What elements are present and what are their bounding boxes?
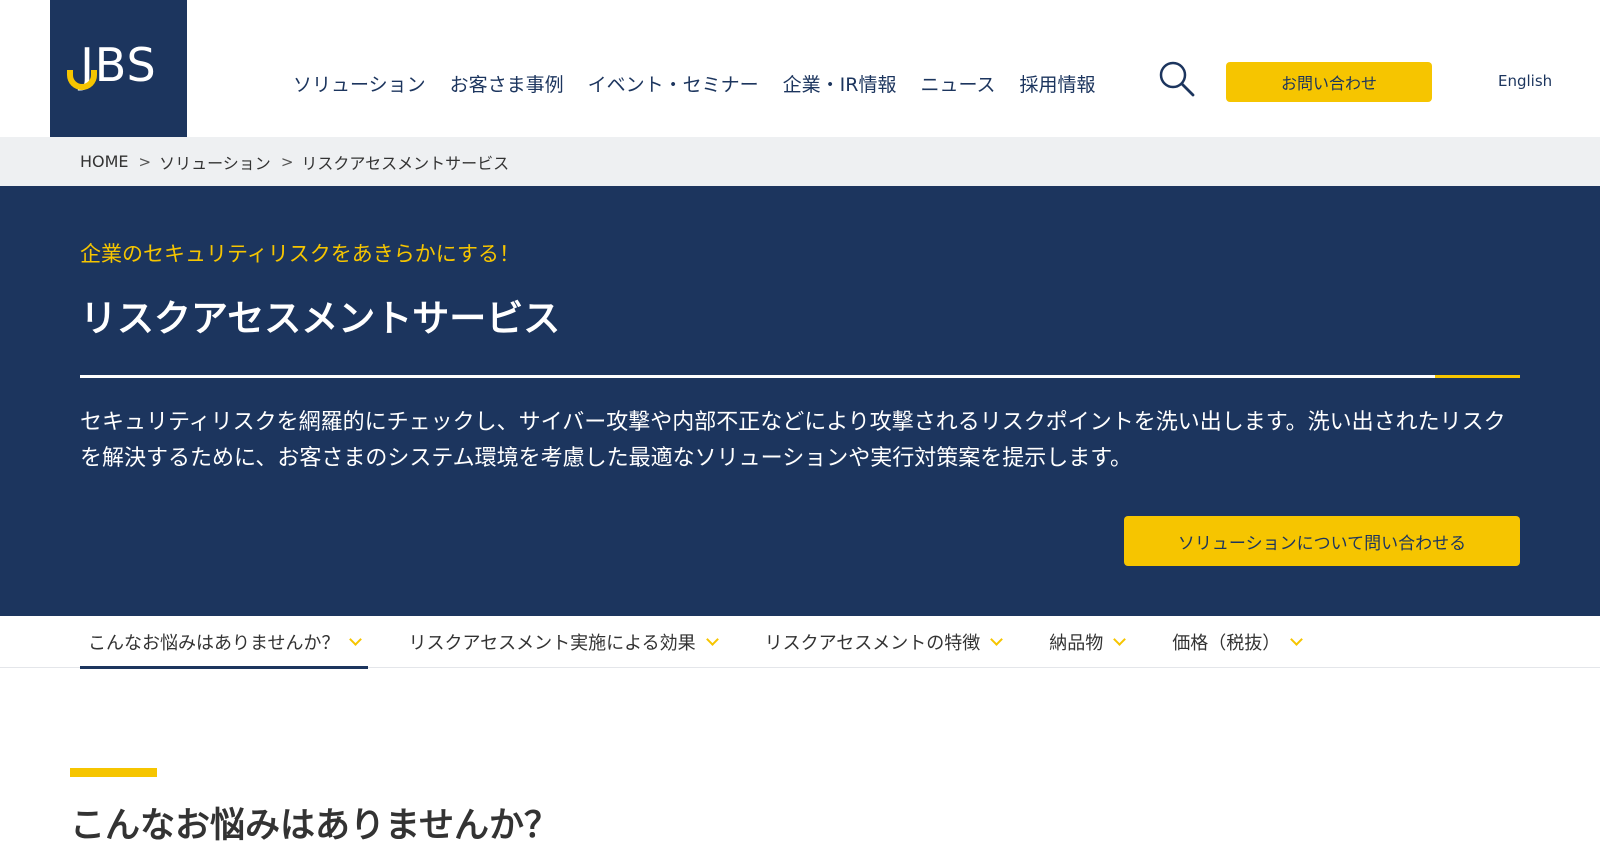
anchor-nav: こんなお悩みはありませんか？ リスクアセスメント実施による効果 リスクアセスメン… xyxy=(0,616,1600,669)
anchor-tab-deliverables[interactable]: 納品物 xyxy=(1041,616,1132,668)
english-link[interactable]: English xyxy=(1498,72,1552,90)
breadcrumb: HOME > ソリューション > リスクアセスメントサービス xyxy=(0,137,1600,186)
nav-item-company-ir[interactable]: 企業・IR情報 xyxy=(783,70,897,97)
nav-item-solutions[interactable]: ソリューション xyxy=(293,70,426,97)
chevron-down-icon xyxy=(705,632,719,646)
nav-item-news[interactable]: ニュース xyxy=(920,70,995,97)
breadcrumb-separator: > xyxy=(280,152,294,171)
anchor-tab-label: リスクアセスメントの特徴 xyxy=(764,633,981,654)
section-title: こんなお悩みはありませんか？ xyxy=(70,806,559,846)
contact-button[interactable]: お問い合わせ xyxy=(1226,62,1432,102)
chevron-down-icon xyxy=(1113,632,1127,646)
section-accent-bar xyxy=(70,768,157,777)
breadcrumb-current: リスクアセスメントサービス xyxy=(301,153,510,173)
anchor-tab-label: こんなお悩みはありませんか？ xyxy=(88,633,340,654)
breadcrumb-home[interactable]: HOME xyxy=(80,152,129,171)
nav-item-careers[interactable]: 採用情報 xyxy=(1020,70,1096,97)
anchor-tab-features[interactable]: リスクアセスメントの特徴 xyxy=(757,616,1010,668)
anchor-tab-concerns[interactable]: こんなお悩みはありませんか？ xyxy=(80,616,369,669)
hero-section: 企業のセキュリティリスクをあきらかにする！ リスクアセスメントサービス セキュリ… xyxy=(0,186,1600,616)
anchor-tab-label: 納品物 xyxy=(1049,633,1104,654)
hero-description: セキュリティリスクを網羅的にチェックし、サイバー攻撃や内部不正などにより攻撃され… xyxy=(80,410,1506,471)
nav-item-events-seminars[interactable]: イベント・セミナー xyxy=(588,70,759,97)
site-header: JBS ソリューション お客さま事例 イベント・セミナー 企業・IR情報 ニュー… xyxy=(0,0,1600,137)
hero-subtitle: 企業のセキュリティリスクをあきらかにする！ xyxy=(80,242,520,266)
anchor-tab-effects[interactable]: リスクアセスメント実施による効果 xyxy=(400,616,724,668)
anchor-tab-pricing[interactable]: 価格（税抜） xyxy=(1164,616,1309,668)
main-nav: ソリューション お客さま事例 イベント・セミナー 企業・IR情報 ニュース 採用… xyxy=(293,70,1096,97)
anchor-tab-label: リスクアセスメント実施による効果 xyxy=(408,633,696,654)
hero-divider xyxy=(80,375,1520,378)
jbs-logo[interactable]: JBS xyxy=(50,0,187,137)
chevron-down-icon xyxy=(1290,632,1304,646)
page-title: リスクアセスメントサービス xyxy=(80,297,561,340)
chevron-down-icon xyxy=(990,632,1004,646)
hero-divider-accent xyxy=(1435,375,1520,378)
search-icon[interactable] xyxy=(1158,60,1196,98)
breadcrumb-separator: > xyxy=(138,152,152,171)
anchor-tab-label: 価格（税抜） xyxy=(1172,633,1281,654)
breadcrumb-solutions[interactable]: ソリューション xyxy=(159,150,271,174)
chevron-down-icon xyxy=(349,632,363,646)
nav-item-case-studies[interactable]: お客さま事例 xyxy=(450,70,564,97)
solution-inquiry-button[interactable]: ソリューションについて問い合わせる xyxy=(1124,516,1520,566)
